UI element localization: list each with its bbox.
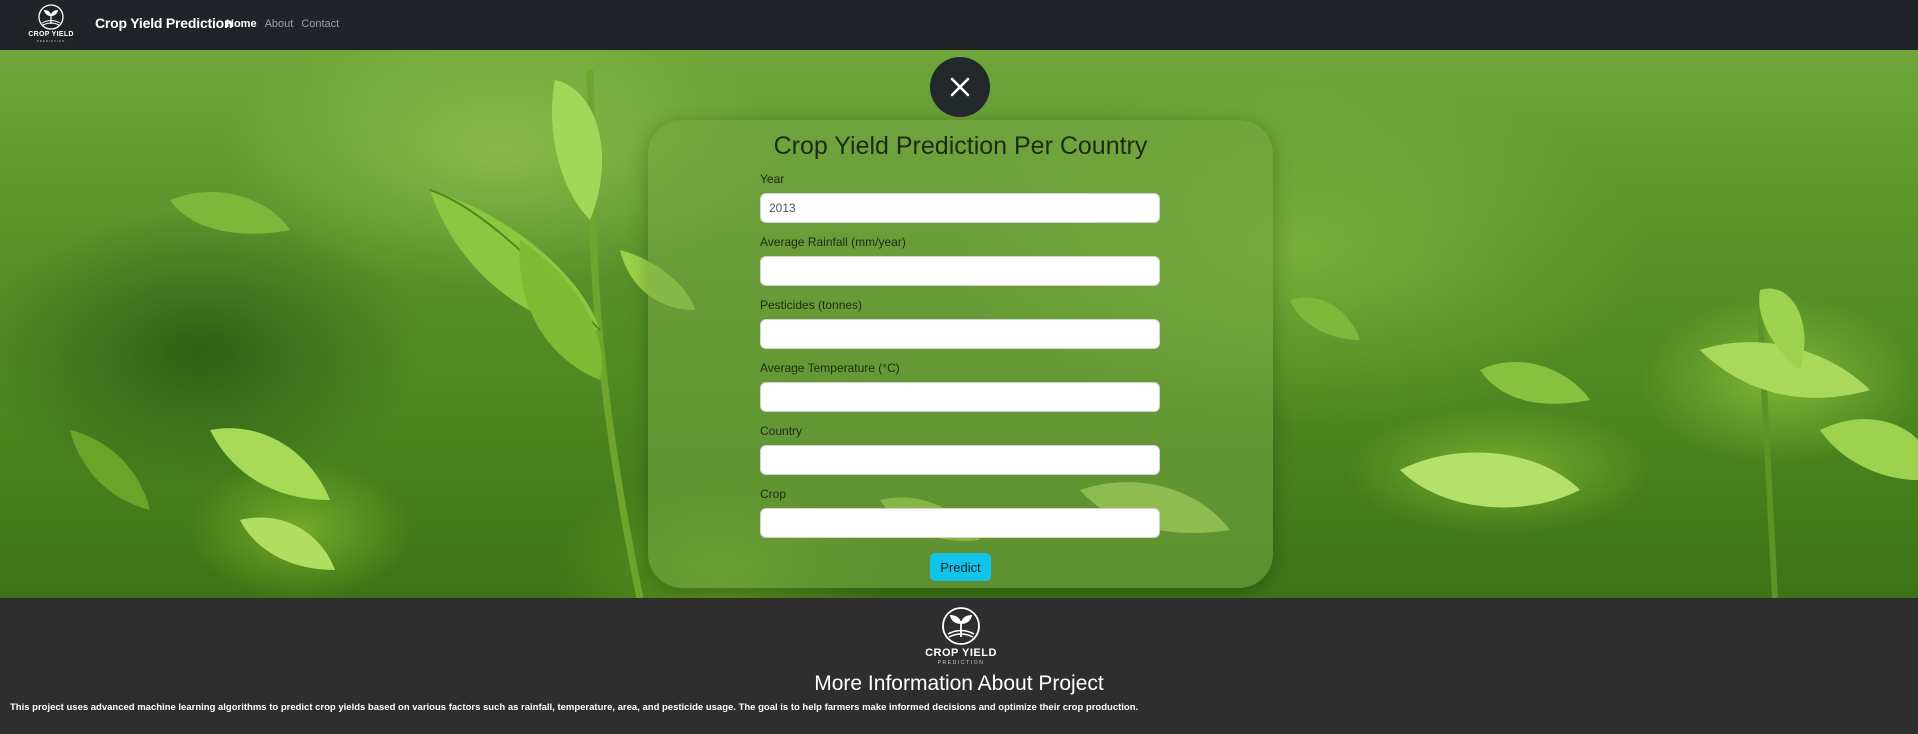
temperature-label: Average Temperature (°C) <box>760 361 900 375</box>
nav-link-contact[interactable]: Contact <box>301 18 339 30</box>
footer: CROP YIELD PREDICTION More Information A… <box>0 598 1918 734</box>
rainfall-label: Average Rainfall (mm/year) <box>760 235 906 249</box>
close-button[interactable] <box>930 57 990 117</box>
predict-button[interactable]: Predict <box>930 553 991 581</box>
pesticides-input[interactable] <box>760 319 1160 349</box>
footer-logo-subtext: PREDICTION <box>937 660 985 666</box>
prediction-modal: Crop Yield Prediction Per Country Year A… <box>648 120 1273 588</box>
brand-logo[interactable]: CROP YIELD PREDICTION <box>25 4 77 46</box>
sprout-icon <box>942 607 980 645</box>
pesticides-label: Pesticides (tonnes) <box>760 298 863 312</box>
nav-link-about[interactable]: About <box>265 18 294 30</box>
nav-link-home[interactable]: Home <box>226 18 257 30</box>
country-input[interactable] <box>760 445 1160 475</box>
logo-text: CROP YIELD <box>28 31 74 38</box>
footer-title: More Information About Project <box>814 672 1104 695</box>
footer-logo-text: CROP YIELD <box>925 647 997 659</box>
footer-logo: CROP YIELD PREDICTION <box>918 606 1004 668</box>
crop-input[interactable] <box>760 508 1160 538</box>
navbar: CROP YIELD PREDICTION Crop Yield Predict… <box>0 0 1918 50</box>
crop-label: Crop <box>760 487 787 501</box>
nav-links: Home About Contact <box>226 18 339 30</box>
close-icon <box>950 77 970 97</box>
logo-subtext: PREDICTION <box>36 39 66 43</box>
footer-description: This project uses advanced machine learn… <box>10 702 1139 713</box>
year-label: Year <box>760 172 785 186</box>
rainfall-input[interactable] <box>760 256 1160 286</box>
sprout-icon <box>38 4 64 30</box>
brand-name[interactable]: Crop Yield Prediction <box>95 15 233 31</box>
hero-background: Crop Yield Prediction Per Country Year A… <box>0 50 1918 598</box>
year-input[interactable] <box>760 193 1160 223</box>
modal-title: Crop Yield Prediction Per Country <box>773 132 1148 160</box>
temperature-input[interactable] <box>760 382 1160 412</box>
country-label: Country <box>760 424 803 438</box>
